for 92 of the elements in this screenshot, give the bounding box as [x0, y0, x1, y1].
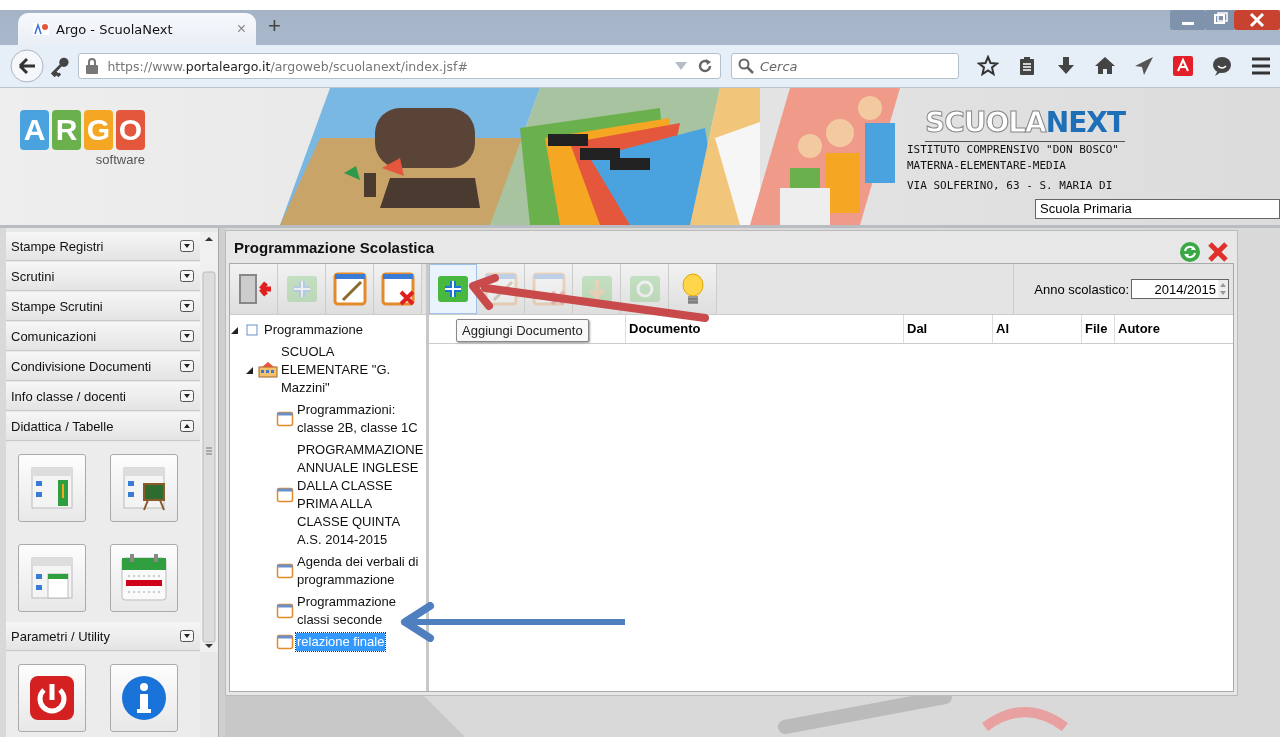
expand-icon[interactable]: [180, 390, 194, 402]
school-select[interactable]: Scuola Primaria: [1035, 199, 1280, 219]
chalkboard-icon: [120, 464, 168, 512]
collapse-icon[interactable]: [180, 420, 194, 432]
window-icon: [243, 322, 261, 338]
expanded-icon[interactable]: [245, 365, 254, 375]
document-icon: [276, 563, 294, 579]
school-info-line: ISTITUTO COMPRENSIVO "DON BOSCO": [907, 142, 1120, 158]
tab-title: Argo - ScuolaNext: [56, 21, 174, 37]
school-icon: [258, 362, 278, 378]
new-tab-button[interactable]: +: [268, 13, 281, 39]
year-spinner[interactable]: 2014/2015: [1131, 279, 1229, 299]
minimize-button[interactable]: [1170, 10, 1206, 30]
home-icon[interactable]: [1094, 55, 1116, 77]
expand-icon[interactable]: [180, 240, 194, 252]
document-icon: [276, 634, 294, 650]
search-icon: [738, 58, 754, 74]
expand-icon[interactable]: [180, 360, 194, 372]
url-text: https://www.portaleargo.it/argoweb/scuolanext/index.jsf#: [107, 58, 469, 74]
register-icon: [28, 464, 76, 512]
tile-button[interactable]: [18, 454, 86, 522]
logo-subtitle: software: [95, 152, 145, 167]
expand-icon[interactable]: [180, 630, 194, 642]
edit-window-button[interactable]: [326, 264, 374, 314]
column-header[interactable]: Autore: [1115, 315, 1233, 343]
logo-letter: G: [84, 110, 113, 150]
sidebar-section-header[interactable]: Condivisione Documenti: [6, 352, 200, 381]
delete-window-button[interactable]: [374, 264, 422, 314]
column-header[interactable]: Dal: [904, 315, 993, 343]
sidebar-section-header[interactable]: Info classe / docenti: [6, 382, 200, 411]
tree-item[interactable]: Programmazione: [263, 321, 364, 339]
chat-smiley-icon[interactable]: [1211, 55, 1233, 77]
sidebar-section-header[interactable]: Stampe Registri: [6, 232, 200, 261]
year-label: Anno scolastico:: [1034, 281, 1129, 297]
column-header[interactable]: Documento: [626, 315, 904, 343]
sidebar-section-header[interactable]: Didattica / Tabelle: [6, 412, 200, 441]
school-info-line: VIA SOLFERINO, 63 - S. MARIA DI: [907, 178, 1114, 194]
reload-icon[interactable]: [696, 57, 714, 75]
column-header[interactable]: Al: [993, 315, 1082, 343]
logo-letter: O: [116, 110, 145, 150]
tree-item[interactable]: Programmazione classi seconde: [296, 593, 426, 629]
tile-button[interactable]: [18, 544, 86, 612]
favicon-icon: [32, 21, 50, 37]
tile-button[interactable]: [110, 454, 178, 522]
exit-door-button[interactable]: [230, 264, 278, 314]
menu-icon[interactable]: [1250, 55, 1272, 77]
back-button[interactable]: [10, 49, 44, 83]
add-document-button[interactable]: [429, 264, 477, 314]
sidebar-section-header[interactable]: Stampe Scrutini: [6, 292, 200, 321]
sidebar-section-header[interactable]: Comunicazioni: [6, 322, 200, 351]
tile-button[interactable]: [110, 544, 178, 612]
document-icon: [276, 411, 294, 427]
tile-button[interactable]: [18, 664, 86, 732]
calendar-icon: [120, 554, 168, 602]
shield-icon[interactable]: [1172, 55, 1194, 77]
brand-logo: SCUOLANEXT: [925, 106, 1125, 142]
power-icon: [28, 674, 76, 722]
sidebar-section-header[interactable]: Parametri / Utility: [6, 622, 200, 651]
logo-letter: R: [52, 110, 81, 150]
lock-icon: [85, 58, 100, 74]
tree-item[interactable]: PROGRAMMAZIONE ANNUALE INGLESE DALLA CLASSE PRIMA ALLA CLASSE QUINTA A.S. 2014-2015: [296, 441, 426, 549]
expand-icon[interactable]: [180, 300, 194, 312]
paper-plane-icon[interactable]: [1133, 55, 1155, 77]
tree-item[interactable]: Agenda dei verbali di programmazione: [296, 553, 426, 589]
close-button[interactable]: [1234, 10, 1280, 30]
expanded-icon[interactable]: [230, 325, 239, 335]
tree-item[interactable]: SCUOLA ELEMENTARE "G. Mazzini": [280, 343, 394, 397]
info-icon: [120, 674, 168, 722]
expand-icon[interactable]: [180, 270, 194, 282]
document-icon: [276, 487, 294, 503]
tooltip: Aggiungi Documento: [456, 319, 589, 342]
schedule-icon: [28, 554, 76, 602]
maximize-button[interactable]: [1206, 10, 1234, 30]
bookmark-star-icon[interactable]: [977, 55, 999, 77]
scrollbar[interactable]: [200, 232, 218, 652]
tree-item[interactable]: Programmazioni: classe 2B, classe 1C: [296, 401, 426, 437]
key-icon[interactable]: [50, 55, 71, 77]
logo-letter: A: [20, 110, 49, 150]
expand-icon[interactable]: [180, 330, 194, 342]
panel-title: Programmazione Scolastica: [234, 238, 435, 256]
column-header[interactable]: File: [1082, 315, 1115, 343]
tile-button[interactable]: [110, 664, 178, 732]
spinner-arrows-icon[interactable]: [1218, 280, 1228, 298]
school-info-line: MATERNA-ELEMENTARE-MEDIA: [907, 158, 1067, 174]
lightbulb-button[interactable]: [669, 264, 717, 314]
document-icon: [276, 603, 294, 619]
sidebar-section-header[interactable]: Scrutini: [6, 262, 200, 291]
browser-tab[interactable]: Argo - ScuolaNext ×: [18, 13, 256, 45]
close-icon[interactable]: [1207, 241, 1229, 263]
refresh-icon[interactable]: [1179, 241, 1201, 263]
address-bar[interactable]: https://www.portaleargo.it/argoweb/scuolanext/index.jsf#: [78, 53, 721, 79]
search-field[interactable]: Cerca: [731, 53, 959, 79]
